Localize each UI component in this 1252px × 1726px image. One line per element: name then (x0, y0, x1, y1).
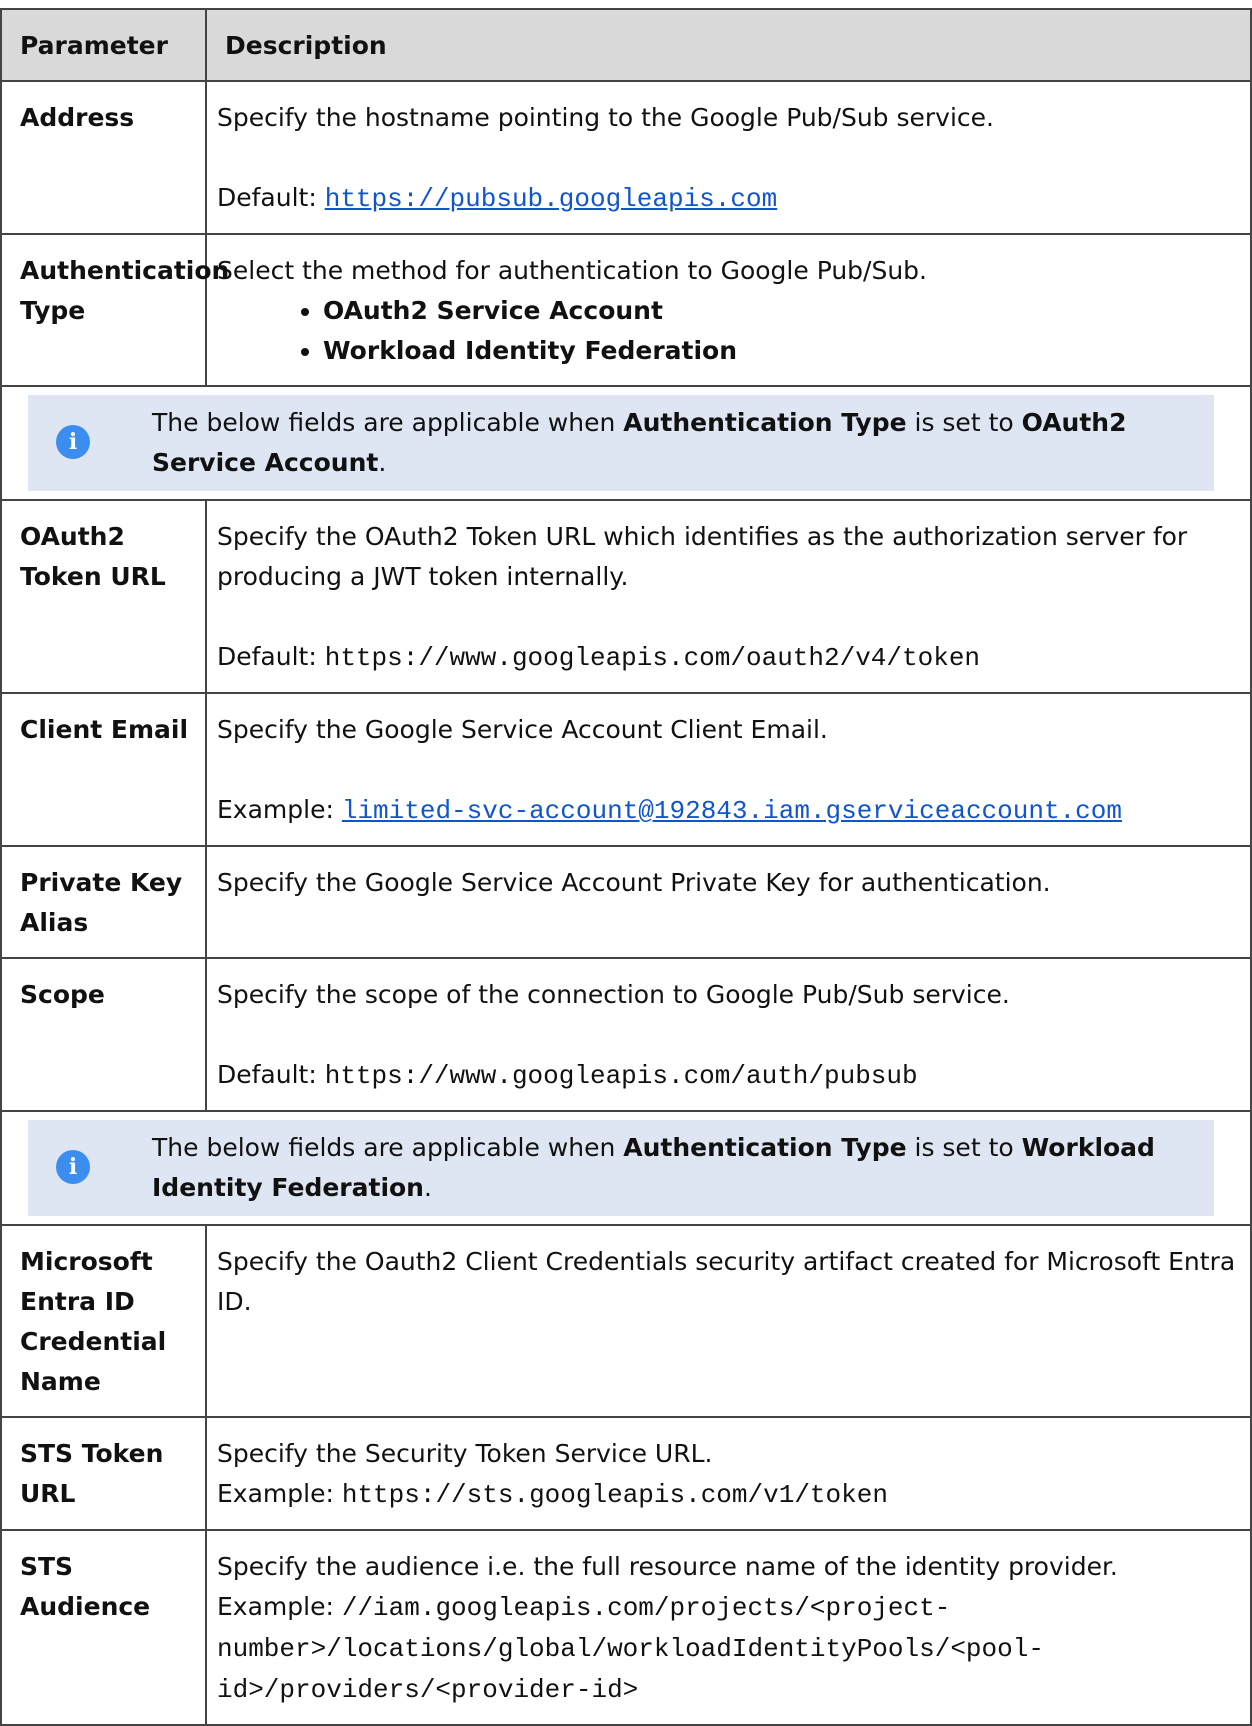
description-text: Specify the OAuth2 Token URL which ident… (217, 522, 1188, 591)
info-note: i The below fields are applicable when A… (28, 395, 1214, 491)
default-label: Default: (217, 183, 325, 212)
note-text: The below fields are applicable when Aut… (152, 403, 1202, 483)
example-label: Example: (217, 795, 342, 824)
description-text: Specify the Google Service Account Priva… (217, 868, 1051, 897)
default-value: https://www.googleapis.com/auth/pubsub (324, 1061, 918, 1091)
note-text-part: is set to (906, 408, 1022, 437)
param-description: Select the method for authentication to … (205, 233, 1252, 387)
table-header-row: Parameter Description (0, 8, 1252, 82)
param-name: Authentication Type (0, 233, 229, 387)
row-authentication-type: Authentication Type Select the method fo… (0, 233, 1252, 387)
info-icon: i (56, 1150, 90, 1184)
note-text-bold: Authentication Type (623, 408, 907, 437)
note-text-bold: Authentication Type (623, 1133, 907, 1162)
note-text-part: is set to (906, 1133, 1022, 1162)
param-name: OAuth2 Token URL (0, 499, 207, 694)
auth-option: OAuth2 Service Account (323, 291, 1240, 331)
description-text: Specify the hostname pointing to the Goo… (217, 103, 994, 132)
param-name: Private Key Alias (0, 845, 207, 959)
param-description: Specify the Oauth2 Client Credentials se… (205, 1224, 1252, 1418)
parameter-table: Parameter Description Address Specify th… (0, 8, 1252, 1726)
param-name: STS Token URL (0, 1416, 207, 1531)
info-icon: i (56, 425, 90, 459)
param-description: Specify the audience i.e. the full resou… (205, 1529, 1252, 1726)
row-note-wif: i The below fields are applicable when A… (0, 1110, 1252, 1226)
param-name: Client Email (0, 692, 207, 847)
description-text: Specify the scope of the connection to G… (217, 980, 1010, 1009)
row-sts-audience: STS Audience Specify the audience i.e. t… (0, 1529, 1252, 1726)
default-line: Default: https://pubsub.googleapis.com (217, 178, 1240, 219)
description-text: Select the method for authentication to … (217, 256, 927, 285)
example-line: Example: //iam.googleapis.com/projects/<… (217, 1587, 1240, 1710)
auth-options-list: OAuth2 Service Account Workload Identity… (217, 291, 1240, 371)
note-text-part: The below fields are applicable when (152, 1133, 624, 1162)
default-label: Default: (217, 642, 325, 671)
default-label: Default: (217, 1060, 325, 1089)
note-cell: i The below fields are applicable when A… (0, 1110, 1252, 1226)
note-text: The below fields are applicable when Aut… (152, 1128, 1202, 1208)
row-oauth2-token-url: OAuth2 Token URL Specify the OAuth2 Toke… (0, 499, 1252, 694)
param-description: Specify the Google Service Account Priva… (205, 845, 1252, 959)
param-description: Specify the OAuth2 Token URL which ident… (205, 499, 1252, 694)
param-description: Specify the Security Token Service URL. … (205, 1416, 1252, 1531)
example-line: Example: limited-svc-account@192843.iam.… (217, 790, 1240, 831)
description-text: Specify the Google Service Account Clien… (217, 715, 828, 744)
example-label: Example: (217, 1592, 342, 1621)
example-label: Example: (217, 1479, 342, 1508)
header-description: Description (205, 8, 1252, 82)
default-line: Default: https://www.googleapis.com/auth… (217, 1055, 1240, 1096)
example-value: https://sts.googleapis.com/v1/token (341, 1480, 888, 1510)
description-text: Specify the Oauth2 Client Credentials se… (217, 1247, 1236, 1316)
example-line: Example: https://sts.googleapis.com/v1/t… (217, 1474, 1240, 1515)
param-name: Scope (0, 957, 207, 1112)
row-note-oauth: i The below fields are applicable when A… (0, 385, 1252, 501)
param-name: Microsoft Entra ID Credential Name (0, 1224, 207, 1418)
param-description: Specify the Google Service Account Clien… (205, 692, 1252, 847)
row-address: Address Specify the hostname pointing to… (0, 80, 1252, 235)
param-description: Specify the hostname pointing to the Goo… (205, 80, 1252, 235)
note-text-part: The below fields are applicable when (152, 408, 624, 437)
note-text-part: . (424, 1173, 432, 1202)
row-entra-credential-name: Microsoft Entra ID Credential Name Speci… (0, 1224, 1252, 1418)
default-line: Default: https://www.googleapis.com/oaut… (217, 637, 1240, 678)
default-value: https://www.googleapis.com/oauth2/v4/tok… (324, 643, 981, 673)
param-description: Specify the scope of the connection to G… (205, 957, 1252, 1112)
row-client-email: Client Email Specify the Google Service … (0, 692, 1252, 847)
description-text: Specify the audience i.e. the full resou… (217, 1552, 1118, 1581)
row-sts-token-url: STS Token URL Specify the Security Token… (0, 1416, 1252, 1531)
auth-option: Workload Identity Federation (323, 331, 1240, 371)
example-value: //iam.googleapis.com/projects/<project-n… (217, 1593, 1044, 1705)
example-value-link[interactable]: limited-svc-account@192843.iam.gservicea… (342, 796, 1122, 826)
default-value-link[interactable]: https://pubsub.googleapis.com (325, 184, 777, 214)
note-cell: i The below fields are applicable when A… (0, 385, 1252, 501)
row-scope: Scope Specify the scope of the connectio… (0, 957, 1252, 1112)
param-name: STS Audience (0, 1529, 207, 1726)
param-name: Address (0, 80, 207, 235)
header-parameter: Parameter (0, 8, 207, 82)
description-text: Specify the Security Token Service URL. (217, 1439, 713, 1468)
row-private-key-alias: Private Key Alias Specify the Google Ser… (0, 845, 1252, 959)
info-note: i The below fields are applicable when A… (28, 1120, 1214, 1216)
note-text-part: . (378, 448, 387, 477)
